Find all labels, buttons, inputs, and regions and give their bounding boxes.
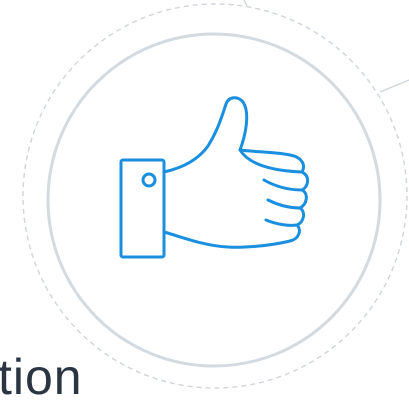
thumbs-up-feature-tile: tion: [0, 0, 409, 401]
heading-text-fragment: tion: [0, 349, 83, 401]
outer-dashed-ring: [22, 3, 408, 389]
connector-line-top: [243, 0, 248, 7]
connector-line: [379, 79, 409, 93]
thumbs-up-icon: [119, 96, 310, 259]
inner-solid-ring: [46, 32, 382, 368]
feature-illustration: [22, 0, 409, 389]
